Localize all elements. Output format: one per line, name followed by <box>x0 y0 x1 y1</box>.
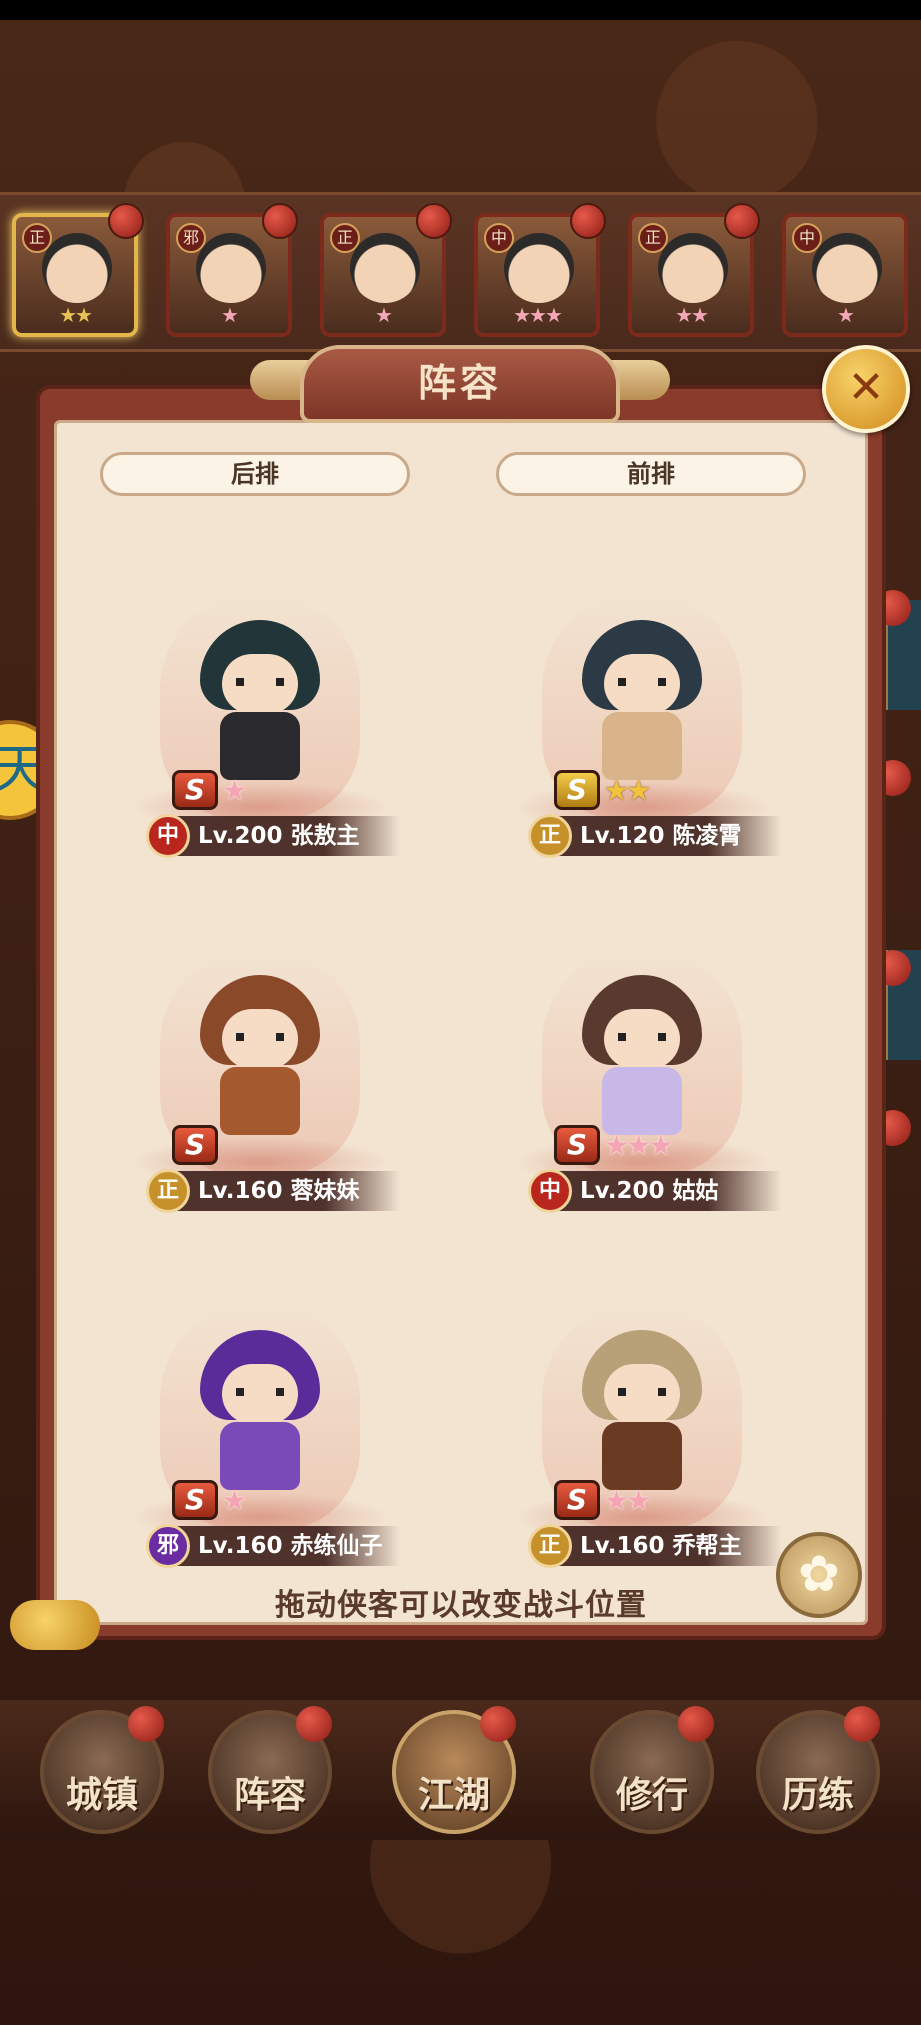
hero-slot[interactable]: S ★ Lv.160 赤练仙子 邪 <box>110 1280 410 1580</box>
notification-dot <box>724 203 760 239</box>
nav-jianghu[interactable]: 江湖 <box>392 1706 516 1834</box>
hero-stars: ★ <box>375 303 393 327</box>
hero-name: 蓉妹妹 <box>290 1178 360 1204</box>
hero-slot[interactable]: S ★★ Lv.120 陈凌霄 正 <box>492 570 792 870</box>
notification-dot <box>262 203 298 239</box>
notification-dot <box>480 1706 516 1742</box>
drag-hint: 拖动侠客可以改变战斗位置 <box>275 1588 647 1623</box>
hero-figure[interactable] <box>582 975 702 1135</box>
hero-slot[interactable]: S ★★★ Lv.200 姑姑 中 <box>492 925 792 1225</box>
hero-stars: ★★ <box>59 303 93 327</box>
hero-card[interactable]: 中 ★ <box>782 213 908 337</box>
hero-stars: ★★ <box>604 1484 651 1517</box>
hero-level: Lv.200 <box>580 1178 665 1204</box>
hero-slot[interactable]: S Lv.160 蓉妹妹 正 <box>110 925 410 1225</box>
grade-badge: S <box>172 1480 218 1520</box>
formation-settings-button[interactable]: ✿ <box>776 1532 862 1618</box>
hero-strip: 正 ★★ 邪 ★ 正 ★ 中 ★★★ 正 ★★ 中 ★ <box>0 192 921 352</box>
grade-badge: S <box>172 770 218 810</box>
notification-dot <box>416 203 452 239</box>
notification-dot <box>678 1706 714 1742</box>
hero-stars: ★★ <box>604 774 651 807</box>
hero-card[interactable]: 正 ★ <box>320 203 452 337</box>
hero-slot[interactable]: S ★ Lv.200 张敖主 中 <box>110 570 410 870</box>
nav-label: 阵容 <box>233 1775 306 1816</box>
panel-title: 阵容 <box>417 361 502 405</box>
flower-icon: ✿ <box>798 1545 840 1603</box>
hero-level: Lv.160 <box>580 1533 665 1559</box>
nav-town[interactable]: 城镇 <box>40 1706 164 1834</box>
hero-stars: ★ <box>837 303 855 327</box>
hero-name: 陈凌霄 <box>672 823 742 849</box>
notification-dot <box>108 203 144 239</box>
nav-training[interactable]: 修行 <box>590 1706 714 1834</box>
hero-stars: ★★ <box>675 303 709 327</box>
grade-badge: S <box>172 1125 218 1165</box>
nav-trial[interactable]: 历练 <box>756 1706 880 1834</box>
hero-portrait <box>196 233 266 303</box>
hero-level: Lv.120 <box>580 823 665 849</box>
hero-name: 乔帮主 <box>672 1533 742 1559</box>
hero-figure[interactable] <box>582 620 702 780</box>
hero-portrait <box>350 233 420 303</box>
hero-figure[interactable] <box>200 1330 320 1490</box>
grade-badge: S <box>554 1480 600 1520</box>
notification-dot <box>844 1706 880 1742</box>
hero-stars: ★ <box>221 303 239 327</box>
hero-level: Lv.160 <box>198 1533 283 1559</box>
hero-card[interactable]: 正 ★★ <box>628 203 760 337</box>
hero-stars: ★★★ <box>604 1129 673 1162</box>
close-button[interactable]: ✕ <box>822 345 910 433</box>
grade-badge: S <box>554 770 600 810</box>
hero-figure[interactable] <box>200 975 320 1135</box>
front-row-header: 前排 <box>496 452 806 496</box>
hero-name: 姑姑 <box>672 1178 719 1204</box>
hero-card[interactable]: 正 ★★ <box>12 203 144 337</box>
close-icon: ✕ <box>847 362 885 413</box>
hero-name: 张敖主 <box>290 823 360 849</box>
cloud-ornament <box>10 1600 100 1650</box>
bottom-nav: 城镇 阵容 江湖 修行 历练 <box>0 1700 921 1840</box>
hero-name: 赤练仙子 <box>290 1533 383 1559</box>
back-row-header: 后排 <box>100 452 410 496</box>
notification-dot <box>296 1706 332 1742</box>
hero-stars: ★★★ <box>513 303 563 327</box>
sect-badge: 正 <box>528 1524 572 1568</box>
hero-level: Lv.200 <box>198 823 283 849</box>
hero-card[interactable]: 中 ★★★ <box>474 203 606 337</box>
hero-portrait <box>812 233 882 303</box>
notification-dot <box>570 203 606 239</box>
hero-figure[interactable] <box>582 1330 702 1490</box>
sect-badge: 正 <box>528 814 572 858</box>
nav-lineup[interactable]: 阵容 <box>208 1706 332 1834</box>
hero-stars: ★ <box>222 1484 247 1517</box>
hero-figure[interactable] <box>200 620 320 780</box>
notification-dot <box>128 1706 164 1742</box>
nav-label: 江湖 <box>417 1775 490 1816</box>
hero-portrait <box>504 233 574 303</box>
hero-level: Lv.160 <box>198 1178 283 1204</box>
hero-slot[interactable]: S ★★ Lv.160 乔帮主 正 <box>492 1280 792 1580</box>
sect-badge: 邪 <box>146 1524 190 1568</box>
hero-card[interactable]: 邪 ★ <box>166 203 298 337</box>
nav-label: 历练 <box>781 1775 854 1816</box>
sect-badge: 正 <box>146 1169 190 1213</box>
hero-portrait <box>658 233 728 303</box>
sect-badge: 中 <box>528 1169 572 1213</box>
nav-label: 城镇 <box>65 1775 138 1816</box>
nav-label: 修行 <box>615 1775 688 1816</box>
hero-stars: ★ <box>222 774 247 807</box>
grade-badge: S <box>554 1125 600 1165</box>
sect-badge: 中 <box>146 814 190 858</box>
status-bar <box>0 0 921 20</box>
hero-portrait <box>42 233 112 303</box>
